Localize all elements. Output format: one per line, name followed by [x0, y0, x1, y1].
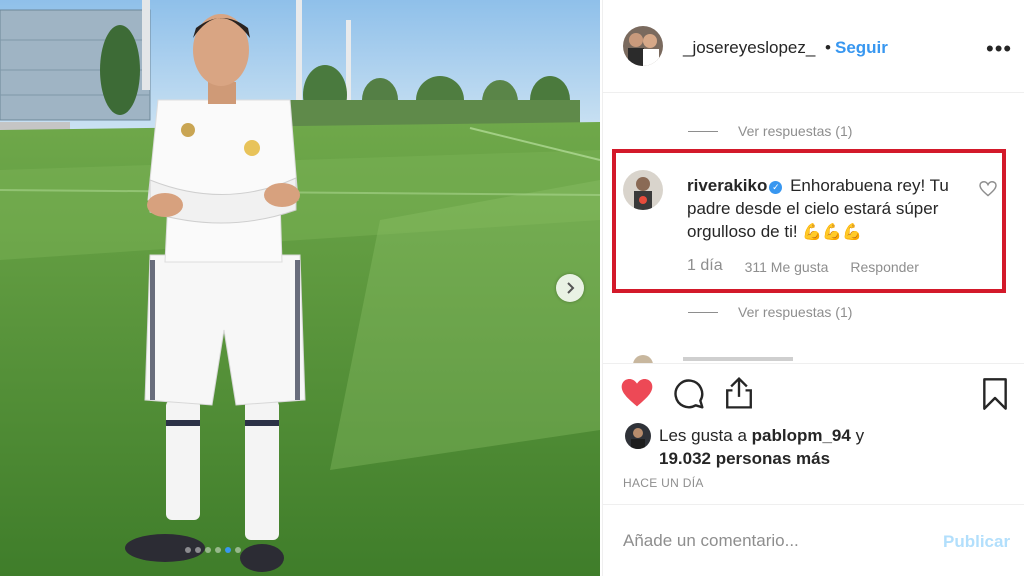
- bookmark-icon: [983, 378, 1007, 410]
- separator-dot: •: [825, 38, 831, 57]
- reply-button[interactable]: Responder: [850, 259, 919, 275]
- post-photo[interactable]: [0, 0, 600, 576]
- verified-badge-icon: ✓: [769, 181, 783, 194]
- carousel-dot-active: [225, 547, 231, 553]
- comment-likes-count[interactable]: 311 Me gusta: [745, 259, 829, 275]
- share-icon: [726, 376, 752, 409]
- flexed-biceps-emoji: 💪💪💪: [802, 224, 863, 241]
- comment-text-line1: Enhorabuena rey! Tu: [790, 176, 949, 195]
- author-avatar[interactable]: [623, 26, 663, 66]
- heart-filled-icon: [621, 379, 653, 407]
- like-comment-icon[interactable]: [979, 180, 997, 202]
- carousel-indicator: [185, 547, 241, 553]
- liker-avatar[interactable]: [625, 423, 651, 449]
- comment-text-line3: orgulloso de ti!: [687, 222, 798, 241]
- carousel-dot: [215, 547, 221, 553]
- carousel-dot: [185, 547, 191, 553]
- view-replies-label: Ver respuestas (1): [738, 123, 853, 139]
- carousel-dot: [235, 547, 241, 553]
- comments-list[interactable]: Ver respuestas (1) riverakiko ✓ Enhorabue…: [603, 93, 1024, 363]
- more-options-icon[interactable]: •••: [986, 36, 1012, 62]
- commenter-username[interactable]: riverakiko: [687, 176, 767, 195]
- comment-button[interactable]: [673, 378, 705, 415]
- publish-button[interactable]: Publicar: [943, 532, 1010, 552]
- view-replies-link[interactable]: Ver respuestas (1): [688, 123, 852, 139]
- replies-line: [688, 130, 718, 132]
- likes-summary: Les gusta a pablopm_94 y 19.032 personas…: [659, 424, 1024, 470]
- clipped-comment-text: [683, 93, 823, 101]
- view-replies-label-2: Ver respuestas (1): [738, 304, 853, 320]
- share-button[interactable]: [723, 376, 755, 415]
- comment-icon: [674, 379, 704, 409]
- clipped-next-comment: [633, 355, 793, 363]
- carousel-dot: [195, 547, 201, 553]
- comment-time[interactable]: 1 día: [687, 257, 723, 275]
- save-button[interactable]: [981, 378, 1009, 415]
- likes-prefix: Les gusta a: [659, 426, 747, 445]
- like-button[interactable]: [621, 378, 653, 413]
- commenter-avatar-image: [623, 170, 663, 210]
- liker-username[interactable]: pablopm_94: [752, 426, 851, 445]
- liker-avatar-image: [625, 423, 651, 449]
- comment-input[interactable]: [621, 525, 925, 557]
- commenter-avatar[interactable]: [623, 170, 663, 210]
- author-username[interactable]: _josereyeslopez_: [683, 38, 815, 58]
- clipped-text-fragment: [683, 93, 823, 97]
- author-avatar-image: [623, 26, 663, 66]
- comment-text-line2: padre desde el cielo estará súper: [687, 199, 939, 218]
- likes-conj: y: [855, 426, 865, 445]
- post-side-panel: _josereyeslopez_ • Seguir ••• Ver respue…: [602, 0, 1024, 576]
- view-replies-link-2[interactable]: Ver respuestas (1): [688, 304, 852, 320]
- photo-illustration: [0, 0, 600, 576]
- post-header: _josereyeslopez_ • Seguir •••: [603, 0, 1024, 93]
- comment-body: riverakiko ✓ Enhorabuena rey! Tu padre de…: [687, 174, 972, 244]
- heart-outline-icon: [979, 180, 997, 197]
- action-bar: [603, 363, 1024, 410]
- comment-meta: 1 día 311 Me gusta Responder: [687, 257, 941, 275]
- likes-count[interactable]: 19.032 personas más: [659, 449, 830, 468]
- chevron-right-icon: [567, 282, 575, 294]
- add-comment-bar: Publicar: [603, 504, 1024, 577]
- replies-line: [688, 311, 718, 313]
- follow-button[interactable]: Seguir: [835, 38, 888, 58]
- carousel-next-button[interactable]: [556, 274, 584, 302]
- carousel-dot: [205, 547, 211, 553]
- post-timestamp[interactable]: HACE UN DÍA: [623, 476, 704, 490]
